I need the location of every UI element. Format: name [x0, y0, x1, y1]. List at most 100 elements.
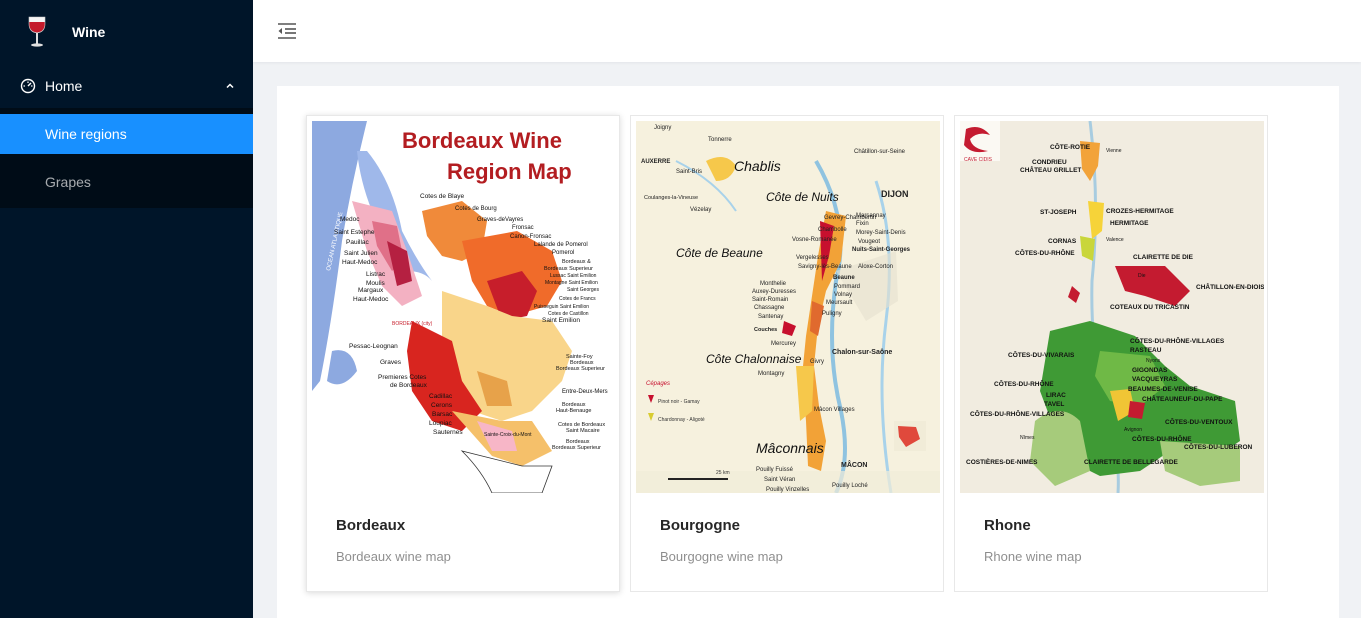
map-legend-item: Pinot noir - Gamay	[658, 399, 700, 405]
map-label: CHÂTILLON-EN-DIOIS	[1196, 282, 1264, 291]
map-label: Morey-Saint-Denis	[856, 230, 906, 236]
map-label: Chambolle	[818, 227, 847, 233]
map-label: LIRAC	[1046, 392, 1066, 399]
map-label: Margaux	[358, 287, 384, 294]
card-cover-image: Bordeaux Wine Region Map OCEAN ATLANTIQU…	[312, 121, 616, 493]
card-cover-image: Chablis Côte de Nuits Côte de Beaune Côt…	[636, 121, 940, 493]
map-label: Lalande de Pomerol	[534, 242, 588, 248]
map-label: Haut-Medoc	[342, 259, 378, 266]
card-bourgogne[interactable]: Chablis Côte de Nuits Côte de Beaune Côt…	[630, 115, 944, 592]
map-label: Pouilly Vinzelles	[766, 487, 809, 493]
map-label: Sauternes	[433, 429, 463, 436]
map-label: Bordeaux Superieur	[544, 266, 593, 272]
card-bordeaux[interactable]: Bordeaux Wine Region Map OCEAN ATLANTIQU…	[306, 115, 620, 592]
chevron-up-icon	[226, 83, 234, 89]
map-heading: Region Map	[447, 159, 572, 184]
map-label: Saint Véran	[764, 477, 795, 483]
map-label: Gevrey-Chambertin	[824, 215, 876, 221]
map-label: BEAUMES-DE-VENISE	[1128, 386, 1198, 393]
map-legend-title: Cépages	[646, 381, 670, 387]
map-label: Barsac	[432, 411, 453, 418]
map-label: Valence	[1106, 237, 1124, 243]
map-label: Saint Georges	[567, 287, 599, 293]
map-label: Mercurey	[771, 341, 796, 347]
map-label: CÔTES-DU-RHÔNE-VILLAGES	[970, 409, 1065, 418]
map-label: COTEAUX DU TRICASTIN	[1110, 304, 1190, 311]
map-label: Chalon-sur-Saône	[832, 349, 892, 356]
map-label: CÔTE-ROTIE	[1050, 142, 1091, 151]
map-label: de Bordeaux	[390, 382, 428, 389]
map-label: Pouilly Loché	[832, 483, 868, 489]
map-label: Pomerol	[552, 250, 574, 256]
submenu-home: Wine regions Grapes	[0, 108, 253, 208]
map-label: Vienne	[1106, 148, 1122, 154]
card-cover-image: CAVE CIDIS CÔTE-ROTIE CONDRIEU CHÂTEAU G…	[960, 121, 1264, 493]
map-label: Auxey-Duresses	[752, 289, 796, 295]
map-label: CÔTES-DU-VIVARAIS	[1008, 350, 1075, 359]
map-label: Montagny	[758, 371, 784, 377]
dashboard-icon	[20, 78, 36, 94]
map-label: CHÂTEAUNEUF-DU-PAPE	[1142, 394, 1223, 403]
map-label: CLAIRETTE DE DIE	[1133, 254, 1194, 261]
map-label: Chablis	[734, 158, 781, 174]
map-label: CHÂTEAU GRILLET	[1020, 165, 1081, 174]
rhone-map-image: CAVE CIDIS CÔTE-ROTIE CONDRIEU CHÂTEAU G…	[960, 121, 1264, 493]
map-label: CONDRIEU	[1032, 159, 1067, 166]
map-label: HERMITAGE	[1110, 220, 1149, 227]
map-scale: 25 km	[716, 470, 730, 476]
app-title: Wine	[72, 24, 106, 40]
map-label: Bordeaux &	[562, 259, 591, 265]
menu-home[interactable]: Home	[0, 64, 253, 108]
menu-item-wine-regions[interactable]: Wine regions	[0, 114, 253, 154]
map-label: Saint Julien	[344, 250, 378, 257]
map-label: Saint-Bris	[676, 169, 702, 175]
map-label: Pommard	[834, 284, 860, 290]
logo[interactable]: Wine	[0, 0, 253, 64]
main-content: Bordeaux Wine Region Map OCEAN ATLANTIQU…	[277, 86, 1339, 618]
map-label: CÔTES-DU-RHÔNE-VILLAGES	[1130, 336, 1225, 345]
map-label: Aloxe-Corton	[858, 264, 893, 270]
map-label: Cotes de Bourg	[455, 206, 497, 212]
card-description: Bourgogne wine map	[660, 549, 783, 564]
map-label: Saint Estephe	[334, 229, 375, 236]
map-label: CROZES-HERMITAGE	[1106, 208, 1174, 215]
card-rhone[interactable]: CAVE CIDIS CÔTE-ROTIE CONDRIEU CHÂTEAU G…	[954, 115, 1268, 592]
map-label: Saint Macaire	[566, 428, 600, 434]
map-label: Coulanges-la-Vineuse	[644, 195, 698, 201]
map-label: Fixin	[856, 221, 869, 227]
map-label: Die	[1138, 273, 1146, 279]
map-label: Châtillon-sur-Seine	[854, 149, 906, 155]
map-label: Bordeaux Superieur	[556, 366, 605, 372]
menu-item-grapes[interactable]: Grapes	[0, 162, 253, 202]
map-label: Mâconnais	[756, 440, 824, 456]
map-label: CÔTES-DU-LUBERON	[1184, 442, 1253, 451]
map-label: Nyons	[1146, 358, 1161, 364]
map-label: Listrac	[366, 271, 386, 278]
map-label: Volnay	[834, 292, 852, 298]
map-label: Vougeot	[858, 239, 880, 245]
map-label: Lussac Saint Emilion	[550, 273, 597, 279]
map-label: CORNAS	[1048, 238, 1077, 245]
map-label: DIJON	[881, 189, 909, 199]
card-title: Bourgogne	[660, 517, 740, 534]
map-label: Vosne-Romanée	[792, 237, 837, 243]
map-label: Avignon	[1124, 427, 1142, 433]
map-label: Côte de Beaune	[676, 246, 763, 260]
map-label: Monthelie	[760, 281, 787, 287]
map-label: Givry	[810, 359, 824, 365]
map-label: BORDEAUX (city)	[392, 321, 433, 327]
map-label: Pouilly Fuissé	[756, 467, 794, 473]
map-label: CÔTES-DU-VENTOUX	[1165, 417, 1233, 426]
map-label: CÔTES-DU-RHÔNE	[994, 379, 1054, 388]
menu-fold-icon[interactable]	[277, 21, 297, 41]
map-label: Loupiac	[429, 420, 453, 427]
card-title: Bordeaux	[336, 517, 406, 534]
map-label: Entre-Deux-Mers	[562, 389, 608, 395]
map-label: MÂCON	[841, 460, 867, 469]
map-label: Pessac-Leognan	[349, 343, 398, 350]
card-title: Rhone	[984, 517, 1031, 534]
bordeaux-map-image: Bordeaux Wine Region Map OCEAN ATLANTIQU…	[312, 121, 616, 493]
wine-glass-icon	[28, 16, 46, 47]
map-label: Bordeaux Superieur	[552, 445, 601, 451]
map-label: Tonnerre	[708, 137, 732, 143]
